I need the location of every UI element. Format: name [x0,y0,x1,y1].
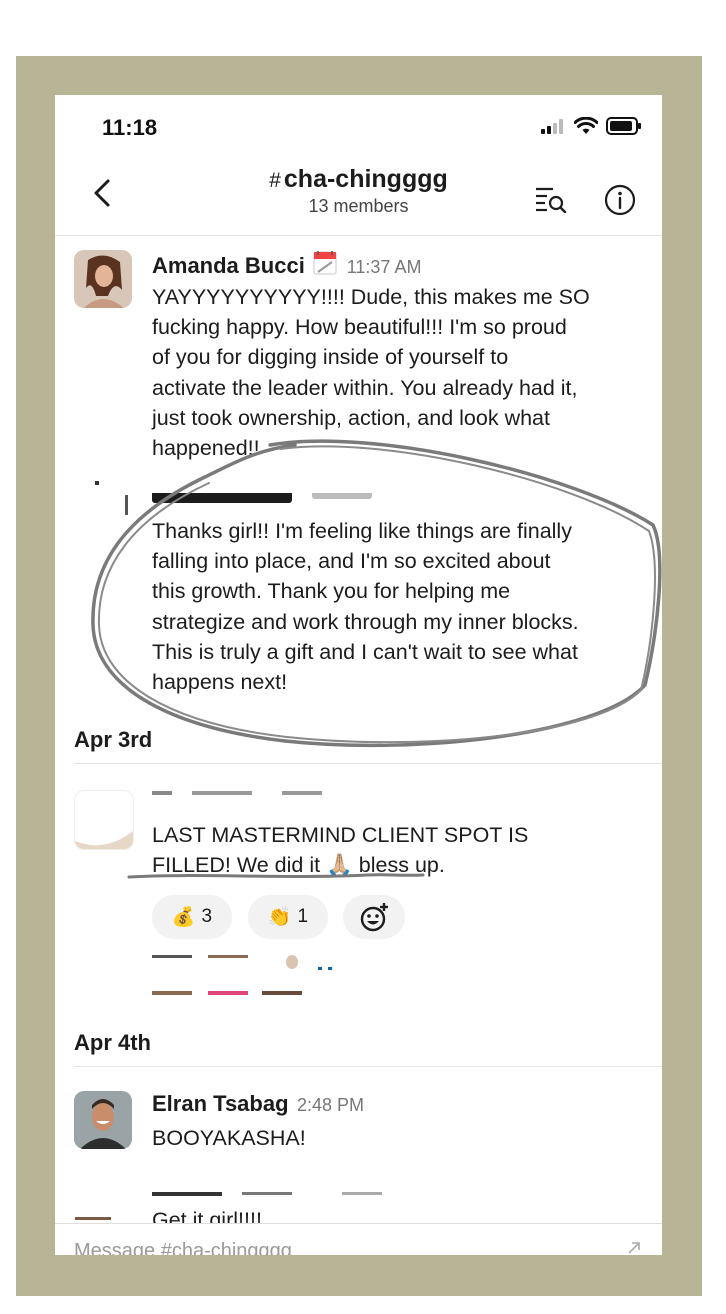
phone-screen: 11:18 # cha-chingggg 13 members Amanda B… [55,95,662,1255]
obscured-thread-row [152,955,352,999]
message-line: BOOYAKASHA! [152,1126,306,1150]
date-divider-apr3: Apr 3rd [74,727,153,752]
message-line: falling into place, and I'm so excited a… [152,549,551,574]
wifi-icon [574,117,598,134]
reaction-money-bag[interactable]: 💰 3 [152,895,232,939]
clap-icon: 👏 [267,907,292,928]
battery-icon [606,117,641,135]
obscured-author-line [152,1192,412,1198]
status-time: 11:18 [102,115,158,140]
info-icon[interactable] [603,183,637,217]
money-bag-icon: 💰 [171,907,196,928]
avatar-elran[interactable] [74,1091,132,1149]
message-body-gabby: Thanks girl!! I'm feeling like things ar… [152,516,652,697]
composer-placeholder[interactable]: Message #cha-chingggg [74,1240,292,1255]
author-name[interactable]: Elran Tsabag [152,1091,289,1116]
divider-line [74,763,662,764]
message-line: fucking happy. How beautiful!!! I'm so p… [152,315,567,340]
message-line: Get it girl!!!! [152,1208,262,1223]
message-body-elran: BOOYAKASHA! [152,1123,652,1153]
message-line: this growth. Thank you for helping me [152,579,511,604]
status-icons [540,117,642,135]
message-line: just took ownership, action, and look wh… [152,405,550,430]
channel-name: cha-chingggg [283,165,448,193]
message-line: happened!! [152,436,260,461]
channel-header: # cha-chingggg 13 members [55,155,662,236]
channel-hash: # [269,169,281,192]
annotation-underline [127,873,425,879]
obscured-author-line [152,493,402,503]
message-time: 2:48 PM [296,1095,365,1115]
date-divider-apr4: Apr 4th [74,1030,151,1055]
partial-message-clip: Get it girl!!!! [152,1203,552,1223]
obscured-avatar [55,1175,115,1223]
expand-composer-icon[interactable] [626,1240,642,1255]
reaction-clap[interactable]: 👏 1 [248,895,328,939]
add-reaction-icon [360,903,388,932]
message-header-elran: Elran Tsabag 2:48 PM [152,1091,364,1117]
signal-icon [541,119,563,134]
message-line: strategize and work through my inner blo… [152,609,579,634]
channel-title-block[interactable]: # cha-chingggg 13 members [55,165,662,217]
message-line: of you for digging inside of yourself to [152,345,509,370]
obscured-author-line [152,791,352,797]
author-name[interactable]: Amanda Bucci [152,253,305,278]
channel-title[interactable]: # cha-chingggg [55,165,662,194]
message-line: This is truly a gift and I can't wait to… [152,639,578,664]
avatar-amanda[interactable] [74,250,132,308]
avatar-obscured[interactable] [74,790,134,850]
reaction-count: 3 [201,906,213,927]
calendar-status-icon [313,251,337,275]
message-line: happens next! [152,670,288,695]
message-time: 11:37 AM [346,257,422,277]
obscured-avatar [95,481,128,521]
add-reaction-button[interactable] [343,895,405,939]
divider-line [74,1066,662,1067]
message-line: Thanks girl!! I'm feeling like things ar… [152,519,572,543]
message-header-amanda: Amanda Bucci 11:37 AM [152,250,421,279]
search-channel-icon[interactable] [533,185,569,213]
message-line: YAYYYYYYYYYY!!!! Dude, this makes me SO [152,285,590,309]
message-line: LAST MASTERMIND CLIENT SPOT IS [152,823,529,847]
message-line: activate the leader within. You already … [152,375,578,400]
message-body-amanda: YAYYYYYYYYYY!!!! Dude, this makes me SO … [152,282,652,463]
member-count[interactable]: 13 members [55,196,662,217]
reaction-count: 1 [297,906,309,927]
message-composer[interactable]: Message #cha-chingggg [55,1223,662,1255]
